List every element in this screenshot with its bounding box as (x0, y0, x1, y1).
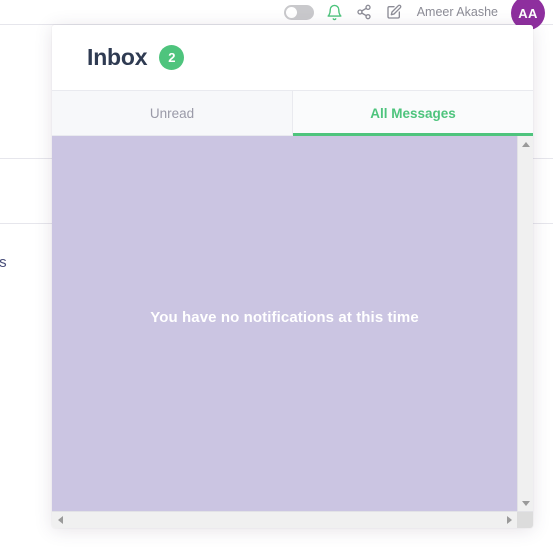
message-list-area: You have no notifications at this time (52, 136, 517, 511)
compose-icon[interactable] (385, 3, 404, 22)
background-partial-text: ress (0, 254, 7, 271)
status-badge: 2 (159, 45, 185, 70)
scroll-up-icon[interactable] (518, 136, 534, 152)
inbox-footer (52, 511, 533, 528)
empty-state-message: You have no notifications at this time (150, 309, 419, 326)
share-icon[interactable] (355, 3, 374, 22)
scroll-right-icon[interactable] (501, 512, 517, 528)
horizontal-scrollbar[interactable] (52, 511, 533, 528)
topbar-controls: Ameer Akashe AA (283, 0, 545, 30)
bell-icon[interactable] (325, 3, 344, 22)
scrollbar-corner (517, 511, 533, 528)
scroll-down-icon[interactable] (518, 495, 534, 511)
toggle-knob (285, 6, 297, 18)
page-title: Inbox (87, 44, 148, 70)
inbox-body: You have no notifications at this time (52, 136, 533, 511)
tab-all-messages[interactable]: All Messages (292, 91, 533, 136)
tab-unread[interactable]: Unread (52, 91, 292, 135)
inbox-header: Inbox 2 (52, 25, 533, 90)
user-name[interactable]: Ameer Akashe (417, 5, 498, 19)
scroll-left-icon[interactable] (52, 512, 68, 528)
tab-all-messages-label: All Messages (370, 105, 456, 121)
inbox-modal: Inbox 2 Unread All Messages You have no … (52, 25, 533, 528)
vertical-scrollbar[interactable] (517, 136, 533, 511)
inbox-tabs: Unread All Messages (52, 90, 533, 136)
notifications-toggle[interactable] (283, 4, 314, 20)
tab-unread-label: Unread (149, 105, 195, 121)
screen: ress Ameer (0, 0, 553, 553)
